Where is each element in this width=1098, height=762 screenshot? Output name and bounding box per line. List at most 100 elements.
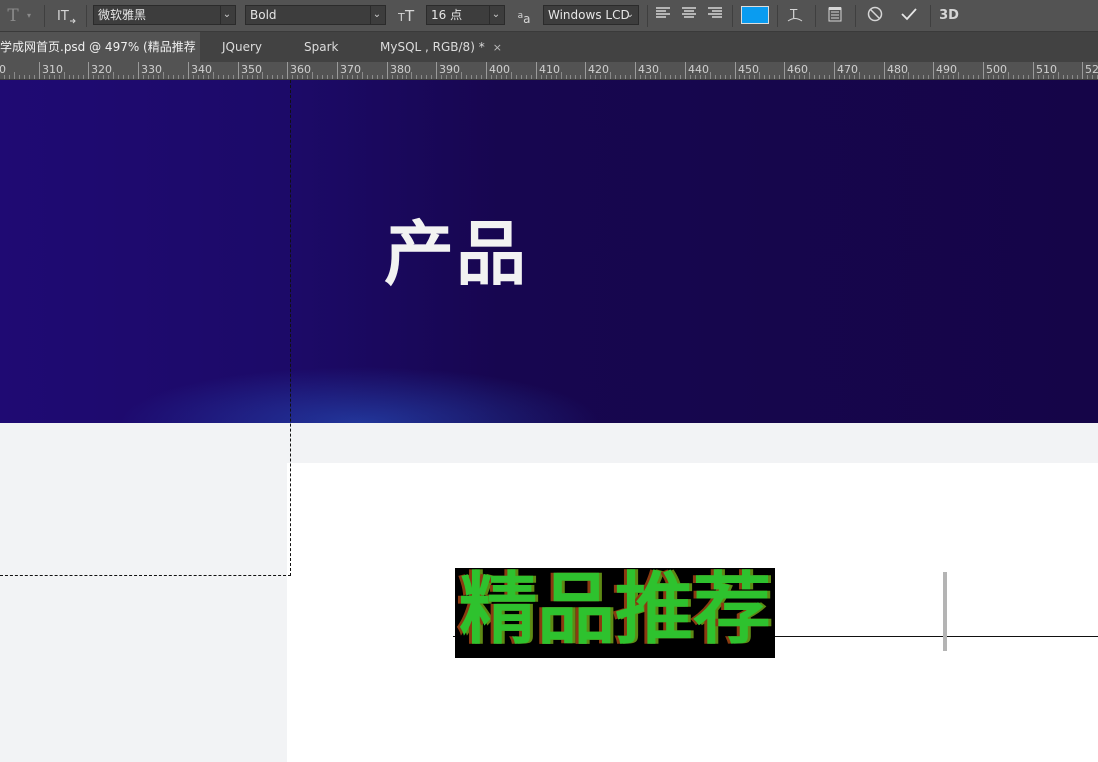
ruler-minor-tick bbox=[953, 75, 954, 79]
ruler-minor-tick bbox=[1013, 75, 1014, 79]
antialias-select[interactable]: Windows LCD ⌄ bbox=[543, 5, 639, 25]
ruler-minor-tick bbox=[312, 72, 313, 79]
type-tool-icon[interactable]: T bbox=[4, 6, 22, 26]
ruler-minor-tick bbox=[958, 72, 959, 79]
ruler-minor-tick bbox=[49, 75, 50, 79]
ruler-minor-tick bbox=[754, 75, 755, 79]
ruler-minor-tick bbox=[690, 75, 691, 79]
ruler-minor-tick bbox=[1048, 75, 1049, 79]
ruler-minor-tick bbox=[988, 75, 989, 79]
ruler-minor-tick bbox=[580, 75, 581, 79]
ruler-minor-tick bbox=[307, 75, 308, 79]
ruler-label: 00 bbox=[0, 64, 6, 76]
ruler-minor-tick bbox=[670, 75, 671, 79]
tab-label: 学成网首页.psd @ 497% (精品推荐 bbox=[0, 40, 196, 54]
ruler-minor-tick bbox=[34, 75, 35, 79]
ruler-minor-tick bbox=[839, 75, 840, 79]
ruler-minor-tick bbox=[402, 75, 403, 79]
ruler-minor-tick bbox=[595, 75, 596, 79]
ruler-minor-tick bbox=[148, 75, 149, 79]
ruler-major-tick bbox=[287, 62, 288, 79]
horizontal-ruler[interactable]: 0031032033034035036037038039040041042043… bbox=[0, 62, 1098, 80]
ruler-minor-tick bbox=[277, 75, 278, 79]
tool-preset-chevron-icon[interactable]: ▾ bbox=[24, 6, 34, 26]
align-right-icon[interactable] bbox=[706, 6, 724, 26]
3d-button[interactable]: 3D bbox=[937, 6, 961, 26]
warp-text-icon[interactable]: T bbox=[785, 6, 805, 26]
ruler-minor-tick bbox=[570, 75, 571, 79]
ruler-minor-tick bbox=[819, 75, 820, 79]
ruler-minor-tick bbox=[118, 75, 119, 79]
ruler-minor-tick bbox=[153, 75, 154, 79]
ruler-major-tick bbox=[486, 62, 487, 79]
ruler-minor-tick bbox=[749, 75, 750, 79]
ruler-minor-tick bbox=[377, 75, 378, 79]
ruler-major-tick bbox=[784, 62, 785, 79]
ruler-minor-tick bbox=[203, 75, 204, 79]
close-icon[interactable]: × bbox=[493, 41, 502, 54]
ruler-minor-tick bbox=[769, 75, 770, 79]
text-orientation-icon[interactable]: IT bbox=[55, 6, 77, 26]
ruler-minor-tick bbox=[660, 72, 661, 79]
separator bbox=[647, 5, 648, 27]
editing-text-layer[interactable]: 精品推荐 bbox=[455, 568, 775, 658]
ruler-minor-tick bbox=[725, 75, 726, 79]
document-canvas[interactable]: 产品 精品推荐 bbox=[0, 80, 1098, 762]
ruler-minor-tick bbox=[228, 75, 229, 79]
tab-mysql[interactable]: MySQL , RGB/8) * × bbox=[380, 32, 502, 62]
chevron-down-icon: ⌄ bbox=[489, 6, 502, 24]
text-color-swatch[interactable] bbox=[741, 6, 769, 24]
ruler-minor-tick bbox=[730, 75, 731, 79]
align-left-icon[interactable] bbox=[654, 6, 672, 26]
ruler-minor-tick bbox=[640, 75, 641, 79]
options-bar: T ▾ IT 微软雅黑 ⌄ Bold ⌄ TT 16 点 ⌄ aa Window… bbox=[0, 0, 1098, 32]
separator bbox=[86, 5, 87, 27]
ruler-minor-tick bbox=[829, 75, 830, 79]
ruler-minor-tick bbox=[29, 75, 30, 79]
ruler-minor-tick bbox=[1043, 75, 1044, 79]
ruler-minor-tick bbox=[168, 75, 169, 79]
ruler-minor-tick bbox=[59, 75, 60, 79]
tab-jquery[interactable]: JQuery bbox=[222, 32, 262, 62]
ruler-minor-tick bbox=[342, 75, 343, 79]
font-style-select[interactable]: Bold ⌄ bbox=[245, 5, 386, 25]
svg-text:T: T bbox=[398, 11, 405, 24]
ruler-minor-tick bbox=[83, 75, 84, 79]
ruler-minor-tick bbox=[242, 75, 243, 79]
ruler-major-tick bbox=[387, 62, 388, 79]
font-family-select[interactable]: 微软雅黑 ⌄ bbox=[93, 5, 236, 25]
ruler-minor-tick bbox=[322, 75, 323, 79]
editing-text[interactable]: 精品推荐 bbox=[459, 568, 771, 658]
ruler-minor-tick bbox=[397, 75, 398, 79]
ruler-minor-tick bbox=[1018, 75, 1019, 79]
ruler-minor-tick bbox=[993, 75, 994, 79]
svg-text:IT: IT bbox=[57, 9, 69, 24]
ruler-minor-tick bbox=[14, 72, 15, 79]
ruler-minor-tick bbox=[1023, 75, 1024, 79]
ruler-minor-tick bbox=[367, 75, 368, 79]
commit-icon[interactable] bbox=[898, 6, 920, 26]
ruler-minor-tick bbox=[218, 75, 219, 79]
text-caret bbox=[943, 572, 947, 651]
ruler-minor-tick bbox=[252, 75, 253, 79]
ruler-major-tick bbox=[436, 62, 437, 79]
ruler-minor-tick bbox=[655, 75, 656, 79]
cancel-icon[interactable] bbox=[865, 6, 885, 26]
ruler-minor-tick bbox=[894, 75, 895, 79]
ruler-minor-tick bbox=[233, 75, 234, 79]
ruler-minor-tick bbox=[918, 75, 919, 79]
tab-document[interactable]: 学成网首页.psd @ 497% (精品推荐 bbox=[0, 32, 200, 62]
ruler-minor-tick bbox=[441, 75, 442, 79]
ruler-minor-tick bbox=[1063, 75, 1064, 79]
ruler-minor-tick bbox=[317, 75, 318, 79]
font-size-select[interactable]: 16 点 ⌄ bbox=[426, 5, 505, 25]
character-panels-icon[interactable] bbox=[825, 6, 845, 26]
align-center-icon[interactable] bbox=[680, 6, 698, 26]
ruler-minor-tick bbox=[1092, 75, 1093, 79]
ruler-minor-tick bbox=[615, 75, 616, 79]
chevron-down-icon: ⌄ bbox=[220, 6, 233, 24]
ruler-minor-tick bbox=[1053, 75, 1054, 79]
ruler-minor-tick bbox=[1028, 75, 1029, 79]
tab-spark[interactable]: Spark bbox=[304, 32, 338, 62]
ruler-minor-tick bbox=[1008, 72, 1009, 79]
